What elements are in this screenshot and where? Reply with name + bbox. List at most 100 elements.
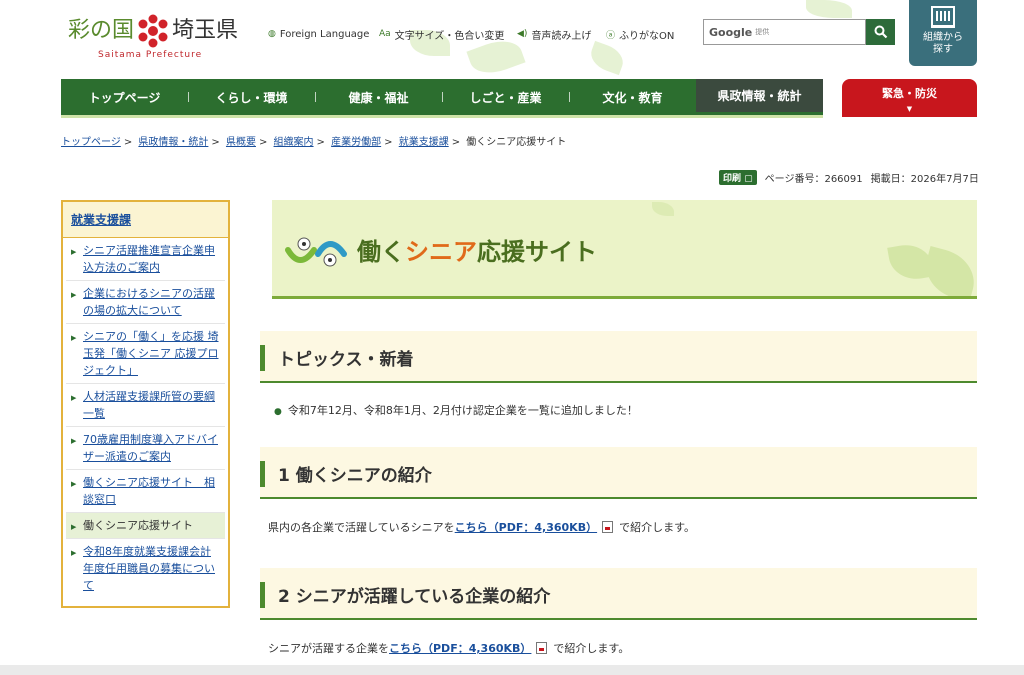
nav-label: 県政情報・統計 (717, 89, 802, 103)
breadcrumb-link[interactable]: 就業支援課 (399, 137, 449, 148)
sidebar-list: シニア活躍推進宣言企業申込方法のご案内 企業におけるシニアの活躍の場の拡大につい… (63, 238, 228, 598)
pdf-file-icon (536, 642, 548, 654)
breadcrumb-link[interactable]: 組織案内 (274, 137, 314, 148)
search-button[interactable] (866, 19, 895, 45)
pdf-file-icon (602, 521, 614, 533)
banner-title-part: 応援サイト (477, 238, 597, 266)
logo-text-left: 彩の国 (68, 18, 135, 43)
util-label: 音声読み上げ (531, 30, 592, 42)
org-button-label: 組織から探す (923, 32, 963, 55)
topics-list-item: ● 令和7年12月、令和8年1月、2月付け認定企業を一覧に追加しました！ (274, 402, 638, 418)
sidebar-item: 人材活躍支援課所管の要綱一覧 (66, 384, 225, 427)
sidebar-link[interactable]: 働くシニア応援サイト 相談窓口 (83, 476, 215, 506)
search-by-organization-button[interactable]: 組織から探す (909, 0, 977, 66)
sidebar: 就業支援課 シニア活躍推進宣言企業申込方法のご案内 企業におけるシニアの活躍の場… (61, 200, 230, 608)
text-to-speech-link[interactable]: ◀) 音声読み上げ (517, 26, 591, 42)
page-number: ページ番号：266091 (764, 173, 863, 185)
breadcrumb-link[interactable]: トップページ (61, 137, 121, 148)
banner-title: 働くシニア応援サイト (357, 232, 597, 267)
furigana-toggle[interactable]: ⓐ ふりがなON (606, 26, 674, 42)
section-senior-intro: 1 働くシニアの紹介 (260, 447, 977, 499)
breadcrumb-link[interactable]: 県概要 (226, 137, 256, 148)
nav-underline (61, 115, 823, 118)
section2-paragraph: シニアが活躍する企業を こちら（PDF：4,360KB） で紹介します。 (268, 640, 629, 656)
sidebar-current-label: 働くシニア応援サイト (83, 519, 193, 532)
nav-label: くらし・環境 (215, 90, 288, 105)
section-heading: トピックス・新着 (278, 350, 414, 370)
sidebar-item: 企業におけるシニアの活躍の場の拡大について (66, 281, 225, 324)
page-banner: 働くシニア応援サイト (272, 200, 977, 299)
decorative-leaf (806, 0, 852, 18)
breadcrumb-link[interactable]: 産業労働部 (331, 137, 381, 148)
para-text: で紹介します。 (553, 642, 630, 655)
speaker-icon: ◀) (517, 29, 528, 39)
util-label: ふりがなON (619, 30, 675, 42)
sidebar-link[interactable]: 70歳雇用制度導入アドバイザー派遣のご案内 (83, 433, 218, 463)
section-topics: トピックス・新着 (260, 331, 977, 383)
util-label: Foreign Language (279, 28, 370, 40)
sidebar-link[interactable]: シニアの「働く」を応援 埼玉発「働くシニア 応援プロジェクト」 (83, 330, 219, 377)
para-text: 県内の各企業で活躍しているシニアを (268, 521, 455, 534)
para-text: で紹介します。 (619, 521, 695, 534)
foreign-language-link[interactable]: ◍ Foreign Language (268, 26, 369, 42)
font-size-icon: Aa (379, 29, 391, 39)
globe-icon: ◍ (268, 29, 276, 39)
para-text: シニアが活躍する企業を (268, 642, 389, 655)
pdf-link[interactable]: こちら（PDF：4,360KB） (389, 640, 531, 656)
decorative-leaf (652, 202, 674, 216)
sidebar-title: 就業支援課 (63, 202, 228, 238)
nav-living-environment[interactable]: くらし・環境 (188, 79, 315, 115)
nav-culture-education[interactable]: 文化・教育 (569, 79, 696, 115)
sidebar-link[interactable]: シニア活躍推進宣言企業申込方法のご案内 (83, 244, 215, 274)
sidebar-link[interactable]: 企業におけるシニアの活躍の場の拡大について (83, 287, 215, 317)
sidebar-link[interactable]: 令和8年度就業支援課会計年度任用職員の募集について (83, 545, 215, 592)
banner-title-part: シニア (405, 238, 477, 266)
sidebar-link[interactable]: 人材活躍支援課所管の要綱一覧 (83, 390, 215, 420)
section-heading: 1 働くシニアの紹介 (278, 466, 432, 486)
topics-text: 令和7年12月、令和8年1月、2月付け認定企業を一覧に追加しました！ (287, 404, 638, 417)
sidebar-item: 働くシニア応援サイト 相談窓口 (66, 470, 225, 513)
pdf-link[interactable]: こちら（PDF：4,360KB） (455, 519, 597, 535)
section1-paragraph: 県内の各企業で活躍しているシニアを こちら（PDF：4,360KB） で紹介しま… (268, 519, 695, 535)
sidebar-item: シニア活躍推進宣言企業申込方法のご案内 (66, 238, 225, 281)
saitama-emblem-icon (138, 14, 168, 48)
bullet-icon: ● (274, 407, 282, 417)
print-label: 印刷 (723, 173, 742, 184)
breadcrumb: トップページ > 県政情報・統計 > 県概要 > 組織案内 > 産業労働部 > 就業支援課… (61, 137, 567, 148)
sidebar-item: 令和8年度就業支援課会計年度任用職員の募集について (66, 539, 225, 598)
site-logo[interactable]: 彩の国 埼玉県 Saitama Prefecture (68, 8, 258, 64)
print-button[interactable]: 印刷 ▢ (719, 169, 757, 185)
search-icon (874, 25, 887, 39)
chevron-down-icon: ▼ (906, 105, 913, 113)
emergency-label: 緊急・防災 (882, 87, 937, 100)
nav-label: しごと・産業 (469, 90, 542, 105)
sidebar-item: シニアの「働く」を応援 埼玉発「働くシニア 応援プロジェクト」 (66, 324, 225, 384)
sidebar-title-link[interactable]: 就業支援課 (71, 213, 131, 227)
nav-label: 文化・教育 (602, 90, 663, 105)
site-header: 彩の国 埼玉県 Saitama Prefecture ◍ Foreign Lan… (0, 0, 1024, 80)
decorative-leaf (586, 40, 628, 76)
senior-mascot-icon (285, 237, 347, 267)
page-meta: 印刷 ▢ ページ番号：266091 掲載日：2026年7月7日 (719, 169, 979, 185)
nav-top-page[interactable]: トップページ (61, 79, 188, 115)
logo-english: Saitama Prefecture (98, 50, 203, 60)
nav-work-industry[interactable]: しごと・産業 (442, 79, 569, 115)
nav-health-welfare[interactable]: 健康・福祉 (315, 79, 442, 115)
nav-prefectural-info[interactable]: 県政情報・統計 (696, 79, 823, 115)
banner-title-part: 働く (357, 238, 405, 266)
section-heading: 2 シニアが活躍している企業の紹介 (278, 587, 551, 607)
util-label: 文字サイズ・色合い変更 (394, 30, 505, 42)
building-icon (931, 6, 955, 28)
breadcrumb-link[interactable]: 県政情報・統計 (138, 137, 208, 148)
emergency-disaster-button[interactable]: 緊急・防災 ▼ (842, 79, 977, 117)
search-field[interactable]: Google 提供 (703, 19, 866, 45)
section-companies: 2 シニアが活躍している企業の紹介 (260, 568, 977, 620)
logo-text-right: 埼玉県 (172, 18, 239, 43)
decorative-leaf (919, 246, 977, 296)
breadcrumb-current: 働くシニア応援サイト (466, 137, 567, 148)
sidebar-item-current: 働くシニア応援サイト (66, 513, 225, 539)
logo-wordmark: 彩の国 埼玉県 (68, 12, 238, 48)
font-size-color-link[interactable]: Aa 文字サイズ・色合い変更 (379, 26, 504, 42)
browser-bottom-bar (0, 665, 1024, 675)
nav-label: 健康・福祉 (348, 90, 409, 105)
